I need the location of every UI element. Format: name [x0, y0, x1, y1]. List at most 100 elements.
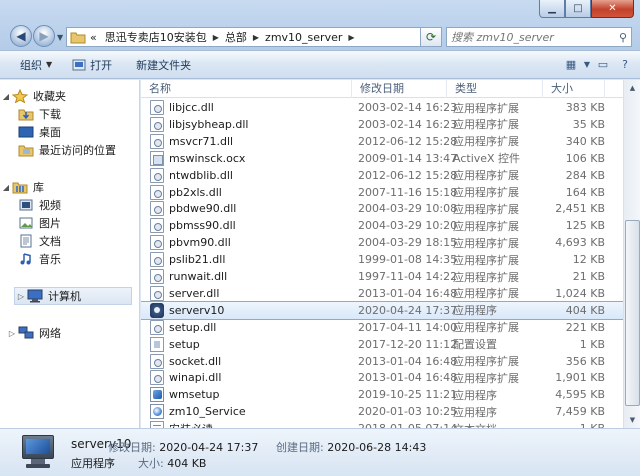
file-name-cell[interactable]: 安装必读 — [141, 421, 352, 428]
expand-icon[interactable]: ▷ — [15, 292, 27, 301]
open-label: 打开 — [90, 58, 113, 72]
column-name[interactable]: 名称 — [141, 80, 352, 98]
scrollbar-thumb[interactable] — [625, 220, 640, 406]
chevron-right-icon[interactable]: ▶ — [211, 33, 221, 42]
file-date: 2007-11-16 15:18 — [358, 185, 458, 199]
chevron-right-icon[interactable]: ▶ — [251, 33, 261, 42]
file-row[interactable]: serverv10 2020-04-24 17:37 应用程序 404 KB — [141, 300, 623, 320]
view-options-icon[interactable]: ▦ — [560, 54, 582, 76]
file-name-cell[interactable]: pbvm90.dll — [141, 235, 352, 251]
file-row[interactable]: msvcr71.dll 2012-06-12 15:28 应用程序扩展 340 KB — [141, 133, 623, 150]
file-row[interactable]: runwait.dll 1997-11-04 14:22 应用程序扩展 21 KB — [141, 268, 623, 285]
column-date[interactable]: 修改日期 — [352, 80, 447, 98]
forward-button[interactable]: ▶ — [33, 25, 55, 47]
nav-documents[interactable]: 文档 — [18, 232, 61, 250]
file-name-cell[interactable]: serverv10 — [141, 302, 352, 318]
search-input[interactable] — [451, 30, 611, 44]
breadcrumb-item[interactable]: 思迅专卖店10安装包 — [101, 29, 211, 45]
forward-arrow-icon: ▶ — [39, 29, 49, 43]
file-row[interactable]: libjsybheap.dll 2003-02-14 16:23 应用程序扩展 35 … — [141, 116, 623, 133]
file-row[interactable]: pbmss90.dll 2004-03-29 10:20 应用程序扩展 125 KB — [141, 217, 623, 234]
file-name-cell[interactable]: zm10_Service — [141, 404, 352, 420]
file-row[interactable]: socket.dll 2013-01-04 16:48 应用程序扩展 356 KB — [141, 353, 623, 370]
scroll-down-icon[interactable]: ▼ — [625, 412, 640, 428]
file-row[interactable]: setup.dll 2017-04-11 14:00 应用程序扩展 221 KB — [141, 319, 623, 336]
download-folder-icon — [18, 107, 34, 121]
minimize-button[interactable]: ▁ — [539, 0, 565, 18]
open-button[interactable]: 打开 — [66, 54, 118, 76]
file-date: 2019-10-25 11:21 — [358, 388, 458, 402]
file-name: wmsetup — [169, 388, 220, 402]
file-name-cell[interactable]: msvcr71.dll — [141, 133, 352, 149]
expand-icon[interactable]: ◢ — [0, 92, 12, 101]
file-row[interactable]: wmsetup 2019-10-25 11:21 应用程序 4,595 KB — [141, 386, 623, 403]
file-row[interactable]: 安装必读2018-01-05 07:14文本文档1 KB — [141, 420, 623, 428]
preview-pane-icon[interactable]: ▭ — [592, 54, 614, 76]
file-name-cell[interactable]: libjsybheap.dll — [141, 116, 352, 132]
file-name-cell[interactable]: pbmss90.dll — [141, 218, 352, 234]
nav-music[interactable]: 音乐 — [18, 250, 61, 268]
file-row[interactable]: libjcc.dll 2003-02-14 16:23 应用程序扩展 383 KB — [141, 99, 623, 116]
nav-recent-places[interactable]: 最近访问的位置 — [18, 141, 116, 159]
address-prefix[interactable]: « — [86, 31, 101, 44]
file-type: 应用程序扩展 — [453, 202, 519, 216]
server-app-large-icon — [22, 435, 54, 469]
organize-button[interactable]: 组织 ▼ — [14, 54, 58, 76]
column-size[interactable]: 大小 — [543, 80, 605, 98]
view-dropdown-icon[interactable]: ▼ — [582, 54, 592, 76]
file-row[interactable]: pbvm90.dll 2004-03-29 18:15 应用程序扩展 4,693 KB — [141, 234, 623, 251]
search-box[interactable]: ⚲ — [446, 27, 632, 47]
file-name-cell[interactable]: ntwdblib.dll — [141, 167, 352, 183]
file-row[interactable]: server.dll 2013-01-04 16:48 应用程序扩展 1,024 KB — [141, 285, 623, 302]
file-name-cell[interactable]: pbdwe90.dll — [141, 201, 352, 217]
file-name-cell[interactable]: runwait.dll — [141, 269, 352, 284]
file-name-cell[interactable]: wmsetup — [141, 387, 352, 403]
nav-network[interactable]: ▷ 网络 — [6, 324, 61, 342]
expand-icon[interactable]: ◢ — [0, 183, 12, 192]
file-row[interactable]: mswinsck.ocx 2009-01-14 13:47 ActiveX 控件 10… — [141, 150, 623, 167]
nav-computer[interactable]: ▷ 计算机 — [14, 287, 132, 305]
file-name-cell[interactable]: pb2xls.dll — [141, 184, 352, 200]
search-icon[interactable]: ⚲ — [619, 31, 627, 44]
file-row[interactable]: winapi.dll 2013-01-04 16:48 应用程序扩展 1,901 KB — [141, 369, 623, 386]
new-folder-button[interactable]: 新建文件夹 — [130, 54, 197, 76]
file-row[interactable]: pslib21.dll 1999-01-08 14:35 应用程序扩展 12 KB — [141, 251, 623, 268]
nav-videos[interactable]: 视频 — [18, 196, 61, 214]
file-name-cell[interactable]: setup.dll — [141, 319, 352, 335]
file-type: 应用程序扩展 — [453, 371, 519, 385]
file-row[interactable]: zm10_Service 2020-01-03 10:25 应用程序 7,459 KB — [141, 403, 623, 420]
nav-libraries[interactable]: ◢ 库 — [0, 178, 44, 196]
scroll-up-icon[interactable]: ▲ — [625, 80, 640, 96]
file-name-cell[interactable]: setup — [141, 336, 352, 352]
vertical-scrollbar[interactable]: ▲ ▼ — [623, 80, 640, 428]
breadcrumb-item[interactable]: 总部 — [221, 29, 251, 45]
nav-favorites[interactable]: ◢ 收藏夹 — [0, 87, 66, 105]
file-name-cell[interactable]: libjcc.dll — [141, 100, 352, 115]
file-name-cell[interactable]: pslib21.dll — [141, 252, 352, 268]
address-bar[interactable]: « 思迅专卖店10安装包 ▶ 总部 ▶ zmv10_server ▶ ▼ — [66, 27, 440, 47]
refresh-button[interactable]: ⟳ — [420, 27, 442, 47]
file-name-cell[interactable]: socket.dll — [141, 353, 352, 369]
file-date: 2003-02-14 16:23 — [358, 101, 458, 114]
nav-pictures[interactable]: 图片 — [18, 214, 61, 232]
text-file-icon — [150, 421, 164, 428]
file-row[interactable]: ntwdblib.dll 2012-06-12 15:28 应用程序扩展 284 KB — [141, 167, 623, 184]
file-row[interactable]: pb2xls.dll 2007-11-16 15:18 应用程序扩展 164 KB — [141, 184, 623, 201]
maximize-button[interactable]: □ — [565, 0, 591, 18]
file-name-cell[interactable]: server.dll — [141, 285, 352, 301]
recent-pages-dropdown[interactable]: ▼ — [57, 33, 65, 42]
nav-downloads[interactable]: 下载 — [18, 105, 61, 123]
expand-icon[interactable]: ▷ — [6, 329, 18, 338]
file-name-cell[interactable]: winapi.dll — [141, 370, 352, 386]
breadcrumb-item[interactable]: zmv10_server — [261, 31, 346, 44]
back-button[interactable]: ◀ — [10, 25, 32, 47]
file-size: 221 KB — [565, 320, 605, 334]
chevron-right-icon[interactable]: ▶ — [346, 33, 356, 42]
file-row[interactable]: pbdwe90.dll 2004-03-29 10:08 应用程序扩展 2,451 K… — [141, 200, 623, 217]
close-button[interactable]: ✕ — [591, 0, 634, 18]
help-icon[interactable]: ? — [614, 54, 636, 76]
nav-desktop[interactable]: 桌面 — [18, 123, 61, 141]
file-name-cell[interactable]: mswinsck.ocx — [141, 150, 352, 166]
file-row[interactable]: setup 2017-12-20 11:12 配置设置 1 KB — [141, 336, 623, 353]
column-type[interactable]: 类型 — [447, 80, 543, 98]
